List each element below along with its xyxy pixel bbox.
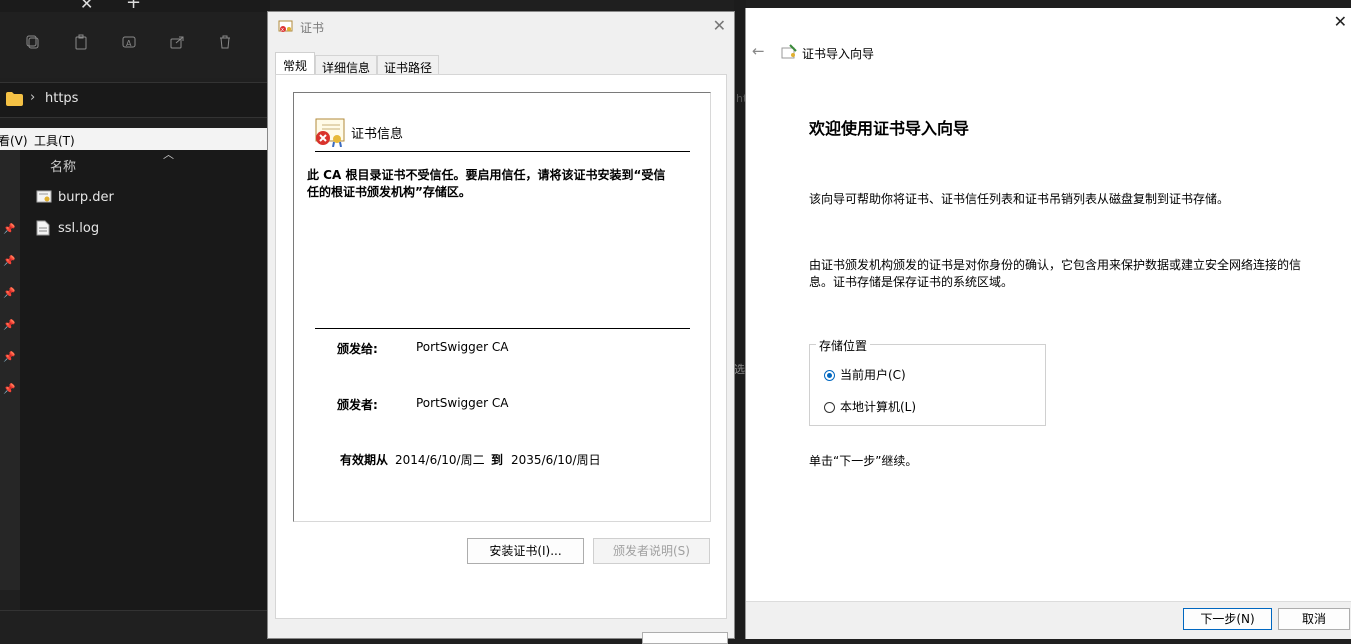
file-row[interactable]: ssl.log bbox=[36, 218, 99, 238]
certificate-info-box: 证书信息 此 CA 根目录证书不受信任。要启用信任，请将该证书安装到“受信任的根… bbox=[293, 92, 711, 522]
dialog-title: 证书 bbox=[300, 21, 325, 35]
issued-to-value: PortSwigger CA bbox=[416, 340, 509, 354]
issued-by-value: PortSwigger CA bbox=[416, 396, 509, 410]
back-arrow-icon[interactable]: ← bbox=[752, 42, 765, 60]
explorer-toolbar: A bbox=[0, 12, 270, 78]
wizard-title: 证书导入向导 bbox=[802, 47, 875, 61]
paste-icon[interactable] bbox=[72, 34, 90, 52]
explorer-statusbar bbox=[0, 610, 270, 640]
install-certificate-button[interactable]: 安装证书(I)... bbox=[467, 538, 584, 564]
valid-to-value: 2035/6/10/周日 bbox=[511, 453, 601, 467]
general-tab-panel: 证书信息 此 CA 根目录证书不受信任。要启用信任，请将该证书安装到“受信任的根… bbox=[275, 74, 727, 619]
column-header-name[interactable]: 名称 bbox=[50, 156, 76, 175]
svg-text:A: A bbox=[126, 39, 132, 48]
pin-icon[interactable]: 📌 bbox=[3, 384, 15, 395]
continue-hint: 单击“下一步”继续。 bbox=[809, 454, 918, 468]
divider bbox=[315, 328, 690, 329]
wizard-description: 该向导可帮助你将证书、证书信任列表和证书吊销列表从磁盘复制到证书存储。 bbox=[809, 192, 1230, 206]
address-bar[interactable]: › https bbox=[0, 82, 270, 118]
import-wizard: ✕ ← 证书导入向导 欢迎使用证书导入向导 该向导可帮助你将证书、证书信任列表和… bbox=[745, 8, 1351, 639]
pin-icon[interactable]: 📌 bbox=[3, 256, 15, 267]
pin-icon[interactable]: 📌 bbox=[3, 320, 15, 331]
delete-icon[interactable] bbox=[216, 34, 234, 52]
radio-current-user[interactable]: 当前用户(C) bbox=[824, 366, 906, 383]
certificate-icon: x bbox=[278, 18, 294, 37]
copy-icon[interactable] bbox=[24, 34, 42, 52]
close-icon[interactable]: ✕ bbox=[713, 16, 726, 35]
file-row[interactable]: burp.der bbox=[36, 187, 114, 207]
file-name: burp.der bbox=[58, 189, 114, 205]
svg-text:x: x bbox=[281, 27, 284, 33]
issued-by-label: 颁发者: bbox=[337, 398, 378, 412]
next-button[interactable]: 下一步(N) bbox=[1183, 608, 1272, 630]
untrusted-certificate-icon bbox=[314, 117, 346, 150]
text-file-icon bbox=[36, 220, 50, 236]
close-icon[interactable]: ✕ bbox=[1334, 12, 1347, 31]
radio-label: 当前用户(C) bbox=[840, 368, 906, 382]
nav-pane: 📌 📌 📌 📌 📌 📌 bbox=[0, 150, 21, 590]
rename-icon[interactable]: A bbox=[120, 34, 138, 52]
pin-icon[interactable]: 📌 bbox=[3, 224, 15, 235]
issuer-statement-button[interactable]: 颁发者说明(S) bbox=[593, 538, 710, 564]
cancel-button[interactable]: 取消 bbox=[1278, 608, 1350, 630]
background-text: 选 bbox=[734, 363, 745, 376]
share-icon[interactable] bbox=[168, 34, 186, 52]
wizard-heading: 欢迎使用证书导入向导 bbox=[809, 119, 970, 138]
ok-button-partial[interactable] bbox=[642, 632, 728, 644]
issued-to-label: 颁发给: bbox=[337, 342, 378, 356]
sort-chevron-icon: ︿ bbox=[163, 148, 174, 161]
explorer-menubar: 看(V) 工具(T) bbox=[0, 128, 270, 150]
radio-local-machine[interactable]: 本地计算机(L) bbox=[824, 398, 916, 415]
divider bbox=[315, 151, 690, 152]
breadcrumb-current[interactable]: https bbox=[45, 91, 78, 106]
certificate-file-icon bbox=[36, 189, 52, 205]
wizard-footer: 下一步(N) 取消 bbox=[746, 601, 1351, 639]
store-location-label: 存储位置 bbox=[816, 337, 871, 354]
certificate-dialog: x 证书 ✕ 常规 详细信息 证书路径 证书信息 此 CA 根目录证书不受信任。… bbox=[267, 11, 735, 644]
menu-tools[interactable]: 工具(T) bbox=[34, 132, 75, 149]
section-title: 证书信息 bbox=[351, 127, 404, 142]
trust-warning: 此 CA 根目录证书不受信任。要启用信任，请将该证书安装到“受信任的根证书颁发机… bbox=[307, 168, 666, 199]
pin-icon[interactable]: 📌 bbox=[3, 352, 15, 363]
menu-view[interactable]: 看(V) bbox=[0, 132, 28, 149]
certificate-wizard-icon bbox=[781, 44, 797, 63]
radio-button-selected[interactable] bbox=[824, 370, 835, 381]
valid-to-label: 到 bbox=[491, 453, 504, 467]
valid-from-label: 有效期从 bbox=[340, 453, 389, 467]
store-location-group: 存储位置 当前用户(C) 本地计算机(L) bbox=[809, 337, 1046, 426]
dialog-titlebar: x 证书 bbox=[278, 18, 324, 37]
radio-label: 本地计算机(L) bbox=[840, 400, 917, 414]
valid-from-value: 2014/6/10/周二 bbox=[395, 453, 485, 467]
pin-icon[interactable]: 📌 bbox=[3, 288, 15, 299]
breadcrumb-separator-icon: › bbox=[30, 90, 36, 105]
wizard-explanation: 由证书颁发机构颁发的证书是对你身份的确认，它包含用来保护数据或建立安全网络连接的… bbox=[809, 258, 1302, 289]
file-name: ssl.log bbox=[58, 220, 100, 236]
folder-icon bbox=[6, 92, 23, 109]
radio-button[interactable] bbox=[824, 402, 835, 413]
